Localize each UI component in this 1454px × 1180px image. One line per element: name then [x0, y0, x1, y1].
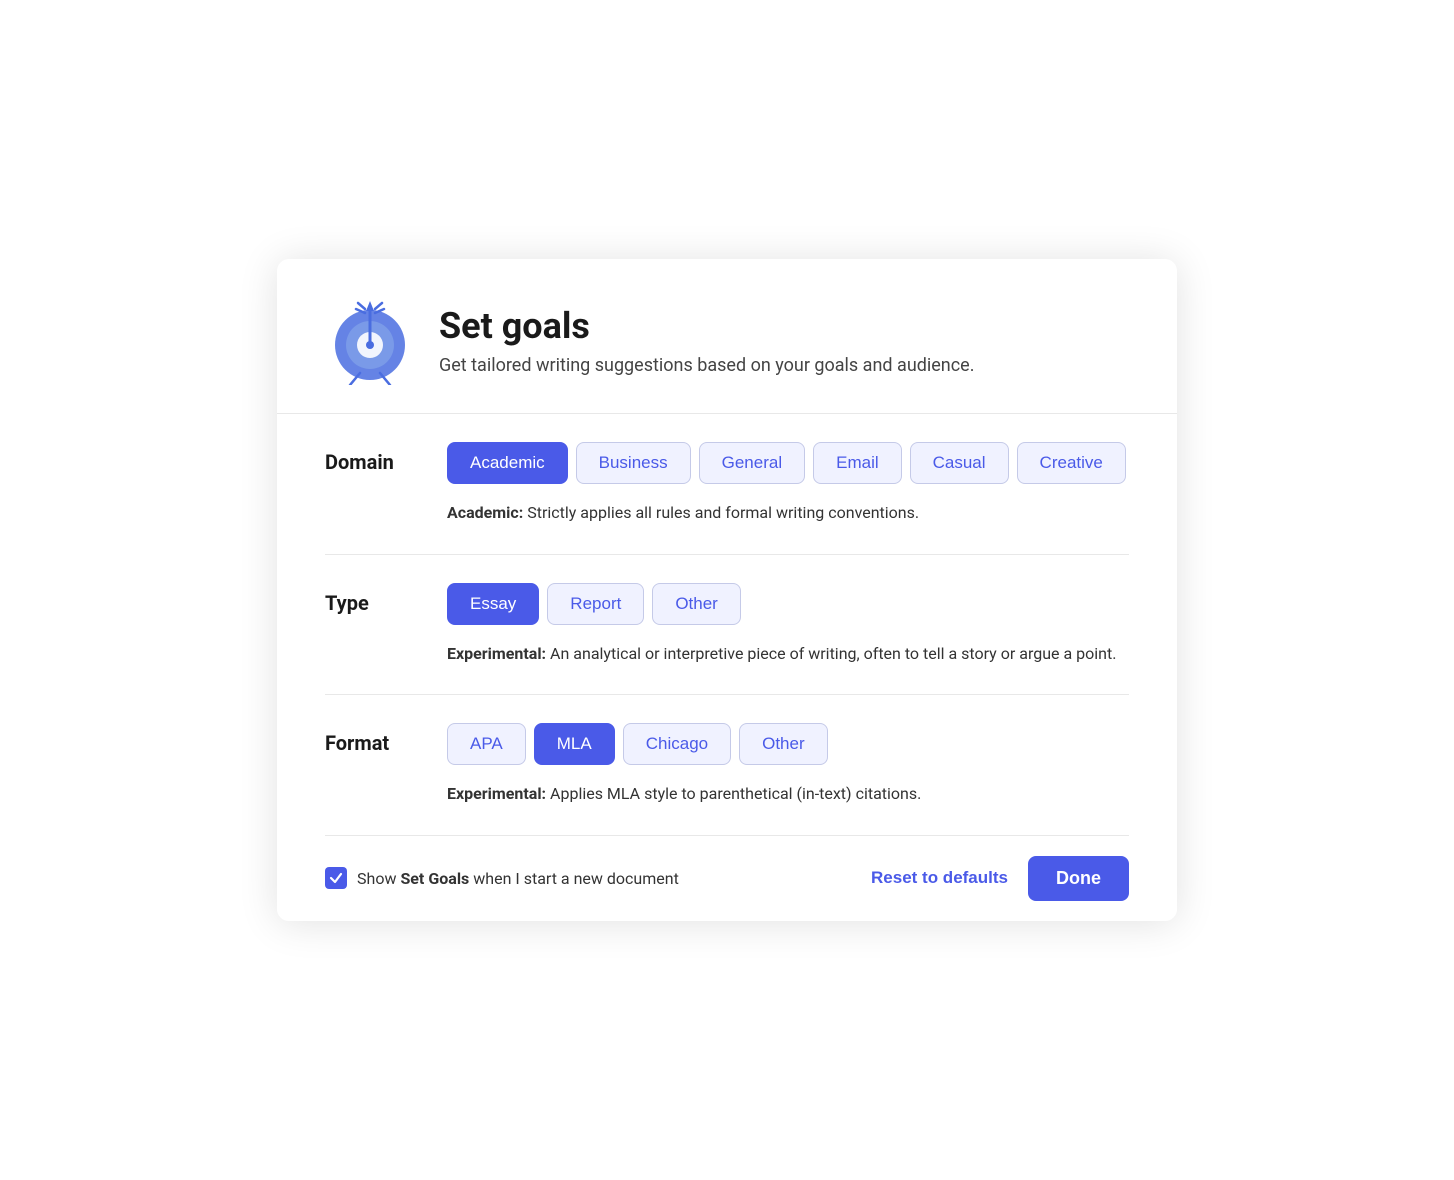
modal-footer: Show Set Goals when I start a new docume… [277, 836, 1177, 921]
format-btn-chicago[interactable]: Chicago [623, 723, 731, 765]
format-label: Format [325, 723, 415, 755]
checkbox-label: Show Set Goals when I start a new docume… [357, 869, 679, 888]
checkbox[interactable] [325, 867, 347, 889]
domain-btn-creative[interactable]: Creative [1017, 442, 1126, 484]
checkbox-label-part2: when I start a new document [473, 869, 679, 888]
modal-header: Set goals Get tailored writing suggestio… [277, 259, 1177, 414]
type-description-text: An analytical or interpretive piece of w… [550, 644, 1116, 663]
format-button-group: APA MLA Chicago Other [447, 723, 1129, 765]
type-button-group: Essay Report Other [447, 583, 1129, 625]
show-goals-checkbox-wrapper[interactable]: Show Set Goals when I start a new docume… [325, 867, 679, 889]
format-btn-apa[interactable]: APA [447, 723, 526, 765]
header-text: Set goals Get tailored writing suggestio… [439, 305, 974, 376]
reset-button[interactable]: Reset to defaults [871, 868, 1008, 888]
type-label: Type [325, 583, 415, 615]
domain-btn-general[interactable]: General [699, 442, 805, 484]
type-btn-other[interactable]: Other [652, 583, 741, 625]
domain-description-label: Academic: [447, 503, 523, 522]
checkbox-label-bold: Set Goals [400, 869, 469, 888]
type-btn-report[interactable]: Report [547, 583, 644, 625]
modal-body: Domain Academic Business General Email C… [277, 414, 1177, 836]
page-title: Set goals [439, 305, 974, 347]
page-subtitle: Get tailored writing suggestions based o… [439, 355, 974, 376]
domain-content: Academic Business General Email Casual C… [447, 442, 1129, 526]
done-button[interactable]: Done [1028, 856, 1129, 901]
set-goals-modal: Set goals Get tailored writing suggestio… [277, 259, 1177, 921]
domain-button-group: Academic Business General Email Casual C… [447, 442, 1129, 484]
footer-right: Reset to defaults Done [871, 856, 1129, 901]
format-content: APA MLA Chicago Other Experimental: Appl… [447, 723, 1129, 807]
checkbox-label-part1: Show [357, 869, 400, 888]
domain-label: Domain [325, 442, 415, 474]
type-description: Experimental: An analytical or interpret… [447, 641, 1129, 667]
format-description-label: Experimental: [447, 784, 546, 803]
domain-btn-email[interactable]: Email [813, 442, 902, 484]
domain-btn-casual[interactable]: Casual [910, 442, 1009, 484]
domain-btn-academic[interactable]: Academic [447, 442, 568, 484]
domain-description: Academic: Strictly applies all rules and… [447, 500, 1129, 526]
format-description: Experimental: Applies MLA style to paren… [447, 781, 1129, 807]
target-icon [325, 295, 415, 385]
type-description-label: Experimental: [447, 644, 546, 663]
format-btn-mla[interactable]: MLA [534, 723, 615, 765]
type-btn-essay[interactable]: Essay [447, 583, 539, 625]
format-btn-other[interactable]: Other [739, 723, 828, 765]
footer-left: Show Set Goals when I start a new docume… [325, 867, 679, 889]
format-section: Format APA MLA Chicago Other Experimenta… [325, 695, 1129, 836]
domain-section: Domain Academic Business General Email C… [325, 414, 1129, 555]
format-description-text: Applies MLA style to parenthetical (in-t… [550, 784, 921, 803]
domain-btn-business[interactable]: Business [576, 442, 691, 484]
domain-description-text: Strictly applies all rules and formal wr… [527, 503, 919, 522]
type-content: Essay Report Other Experimental: An anal… [447, 583, 1129, 667]
type-section: Type Essay Report Other Experimental: An… [325, 555, 1129, 696]
